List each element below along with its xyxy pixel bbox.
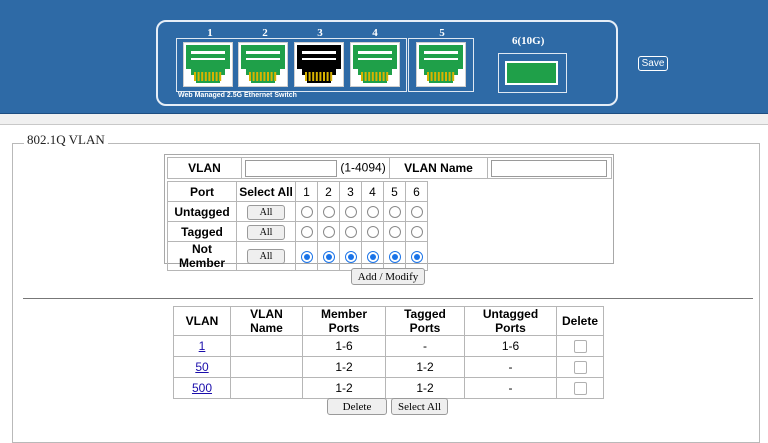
member-ports-cell: 1-2	[302, 377, 386, 399]
select-all-header: Select All	[236, 181, 296, 202]
vlan-name-cell	[230, 356, 303, 378]
untagged-label: Untagged	[167, 201, 237, 222]
vlan-range-hint: (1-4094)	[340, 160, 386, 174]
vlan-link-500[interactable]: 500	[192, 381, 212, 395]
port-col-1: 1	[295, 181, 318, 202]
port-col-6: 6	[405, 181, 428, 202]
delete-checkbox-50[interactable]	[573, 361, 587, 375]
port-3-icon[interactable]	[294, 42, 344, 87]
vlan-config-box: VLAN (1-4094) VLAN Name Port Select All …	[164, 154, 614, 271]
tagged-radio-6[interactable]	[410, 226, 423, 239]
tagged-radio-3[interactable]	[344, 226, 357, 239]
col-member-ports: Member Ports	[302, 306, 386, 336]
sfp-port-icon	[505, 61, 558, 85]
tagged-label: Tagged	[167, 221, 237, 242]
vlan-name-input[interactable]	[491, 159, 607, 177]
untagged-ports-cell: -	[464, 356, 557, 378]
tagged-radio-4[interactable]	[366, 226, 379, 239]
delete-checkbox-500[interactable]	[573, 382, 587, 396]
section-legend: 802.1Q VLAN	[24, 132, 108, 148]
untagged-radio-2[interactable]	[322, 206, 335, 219]
port-col-5: 5	[383, 181, 406, 202]
col-delete: Delete	[556, 306, 604, 336]
vlan-id-cell: (1-4094)	[241, 157, 390, 179]
untagged-ports-cell: -	[464, 377, 557, 399]
col-tagged-ports: Tagged Ports	[385, 306, 465, 336]
port-10g-label: 6(10G)	[512, 35, 545, 47]
vlan-name-label: VLAN Name	[389, 157, 488, 179]
not-member-row: Not Member All	[167, 241, 428, 271]
untagged-row: Untagged All	[167, 201, 428, 222]
port-4-icon[interactable]	[350, 42, 400, 87]
port-2-icon[interactable]	[238, 42, 288, 87]
tagged-ports-cell: 1-2	[385, 356, 465, 378]
not-member-radio-3[interactable]	[344, 250, 357, 263]
section-divider	[23, 298, 753, 299]
untagged-radio-6[interactable]	[410, 206, 423, 219]
member-ports-cell: 1-2	[302, 356, 386, 378]
delete-checkbox-1[interactable]	[573, 340, 587, 354]
not-member-all-button[interactable]: All	[247, 249, 285, 264]
save-button[interactable]: Save	[638, 56, 668, 71]
vlan-name-cell	[230, 377, 303, 399]
vlan-link-1[interactable]: 1	[199, 339, 206, 353]
vlan-list-table: VLAN VLAN Name Member Ports Tagged Ports…	[173, 306, 604, 399]
tagged-row: Tagged All	[167, 221, 428, 242]
switch-model-label: Web Managed 2.5G Ethernet Switch	[178, 92, 297, 99]
untagged-radio-1[interactable]	[300, 206, 313, 219]
untagged-ports-cell: 1-6	[464, 335, 557, 357]
vlan-id-input[interactable]	[245, 159, 337, 177]
not-member-radio-1[interactable]	[300, 250, 313, 263]
port-col-2: 2	[317, 181, 340, 202]
col-vlan: VLAN	[173, 306, 231, 336]
vlan-list-header: VLAN VLAN Name Member Ports Tagged Ports…	[173, 306, 604, 336]
tagged-radio-1[interactable]	[300, 226, 313, 239]
vlan-label: VLAN	[167, 157, 242, 179]
col-untagged-ports: Untagged Ports	[464, 306, 557, 336]
not-member-radio-6[interactable]	[410, 250, 423, 263]
port-col-4: 4	[361, 181, 384, 202]
switch-panel: 1 2 3 4 5 Web Managed 2.5G Ethernet Swit…	[156, 20, 618, 106]
tagged-all-button[interactable]: All	[247, 224, 285, 240]
vlan-link-50[interactable]: 50	[195, 360, 208, 374]
port-membership-table: Port Select All 1 2 3 4 5 6 Untagged All	[167, 181, 428, 271]
vlan-id-row: VLAN (1-4094) VLAN Name	[167, 157, 612, 179]
vlan-name-cell	[487, 157, 612, 179]
select-all-button[interactable]: Select All	[391, 398, 448, 415]
delete-button[interactable]: Delete	[327, 398, 387, 415]
tagged-radio-2[interactable]	[322, 226, 335, 239]
port-5-icon[interactable]	[416, 42, 466, 87]
tagged-ports-cell: -	[385, 335, 465, 357]
port-group-5	[408, 38, 474, 92]
add-modify-button[interactable]: Add / Modify	[351, 268, 425, 285]
table-row: 50 1-2 1-2 -	[173, 356, 604, 378]
untagged-radio-5[interactable]	[388, 206, 401, 219]
port-10g[interactable]	[498, 53, 567, 93]
port-col-3: 3	[339, 181, 362, 202]
not-member-radio-5[interactable]	[388, 250, 401, 263]
table-row: 1 1-6 - 1-6	[173, 335, 604, 357]
not-member-radio-4[interactable]	[366, 250, 379, 263]
col-vlan-name: VLAN Name	[230, 306, 303, 336]
tagged-ports-cell: 1-2	[385, 377, 465, 399]
tagged-radio-5[interactable]	[388, 226, 401, 239]
untagged-radio-3[interactable]	[344, 206, 357, 219]
table-row: 500 1-2 1-2 -	[173, 377, 604, 399]
member-ports-cell: 1-6	[302, 335, 386, 357]
untagged-radio-4[interactable]	[366, 206, 379, 219]
untagged-all-button[interactable]: All	[247, 204, 285, 220]
port-1-icon[interactable]	[183, 42, 233, 87]
header-bar: 1 2 3 4 5 Web Managed 2.5G Ethernet Swit…	[0, 0, 768, 114]
port-header: Port	[167, 181, 237, 202]
not-member-radio-2[interactable]	[322, 250, 335, 263]
not-member-label: Not Member	[167, 241, 237, 271]
content-area: 802.1Q VLAN VLAN (1-4094) VLAN Name Port…	[0, 124, 768, 443]
vlan-name-cell	[230, 335, 303, 357]
port-group-1-4	[176, 38, 407, 92]
